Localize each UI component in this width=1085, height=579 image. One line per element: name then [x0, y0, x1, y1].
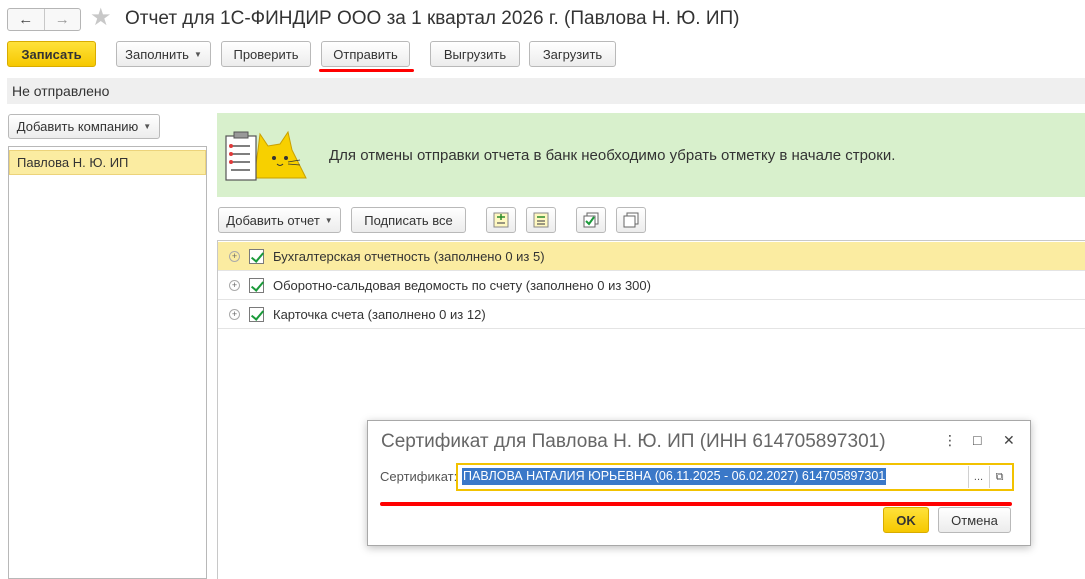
cat-notepad-icon	[225, 130, 307, 181]
dialog-title: Сертификат для Павлова Н. Ю. ИП (ИНН 614…	[381, 431, 886, 452]
add-company-label: Добавить компанию	[16, 119, 139, 134]
report-label: Оборотно-сальдовая ведомость по счету (з…	[273, 277, 651, 293]
maximize-icon[interactable]: □	[973, 432, 981, 448]
chevron-down-icon: ▼	[193, 49, 202, 59]
company-list[interactable]	[8, 146, 207, 579]
more-menu-icon[interactable]: ⋮	[943, 432, 957, 449]
info-message: Для отмены отправки отчета в банк необхо…	[329, 147, 896, 164]
table-row[interactable]: + Бухгалтерская отчетность (заполнено 0 …	[218, 242, 1085, 271]
expand-all-button[interactable]	[486, 207, 516, 233]
annotation-underline	[380, 502, 1012, 506]
list-item[interactable]: Павлова Н. Ю. ИП	[9, 150, 206, 175]
expand-icon[interactable]: +	[229, 279, 240, 291]
report-label: Карточка счета (заполнено 0 из 12)	[273, 306, 486, 322]
collapse-all-button[interactable]	[526, 207, 556, 233]
expand-icon[interactable]: +	[229, 250, 240, 262]
expand-list-icon	[493, 212, 509, 228]
close-icon[interactable]: ✕	[1003, 432, 1015, 449]
cancel-button[interactable]: Отмена	[938, 507, 1011, 533]
uncheck-all-icon	[623, 212, 639, 228]
chevron-down-icon: ▼	[324, 215, 333, 225]
report-label: Бухгалтерская отчетность (заполнено 0 из…	[273, 248, 545, 264]
report-checkbox[interactable]	[249, 306, 264, 322]
send-button[interactable]: Отправить	[321, 41, 410, 67]
check-all-icon	[583, 212, 599, 228]
expand-icon[interactable]: +	[229, 308, 240, 320]
fill-dropdown-button[interactable]: Заполнить ▼	[116, 41, 211, 67]
ok-button[interactable]: OK	[883, 507, 929, 533]
back-arrow-icon[interactable]: ←	[8, 9, 44, 30]
favorite-star-icon[interactable]: ★	[90, 5, 112, 31]
sign-all-button[interactable]: Подписать все	[351, 207, 466, 233]
certificate-value[interactable]: ПАВЛОВА НАТАЛИЯ ЮРЬЕВНА (06.11.2025 - 06…	[462, 468, 887, 485]
add-report-label: Добавить отчет	[226, 212, 320, 228]
import-button[interactable]: Загрузить	[529, 41, 616, 67]
status-text: Не отправлено	[12, 83, 110, 99]
navigation-buttons: ← →	[7, 8, 81, 31]
choose-icon[interactable]: ...	[968, 466, 988, 488]
check-all-button[interactable]	[576, 207, 606, 233]
certificate-field-label: Сертификат:	[380, 469, 458, 484]
chevron-down-icon: ▼	[143, 122, 152, 131]
report-checkbox[interactable]	[249, 277, 264, 293]
forward-arrow-icon[interactable]: →	[43, 9, 81, 30]
report-checkbox[interactable]	[249, 248, 264, 264]
uncheck-all-button[interactable]	[616, 207, 646, 233]
add-report-button[interactable]: Добавить отчет ▼	[218, 207, 341, 233]
table-row[interactable]: + Карточка счета (заполнено 0 из 12)	[218, 300, 1085, 329]
export-button[interactable]: Выгрузить	[430, 41, 520, 67]
collapse-list-icon	[533, 212, 549, 228]
check-button[interactable]: Проверить	[221, 41, 311, 67]
page-title: Отчет для 1С-ФИНДИР ООО за 1 квартал 202…	[125, 8, 740, 29]
status-bar	[7, 78, 1085, 104]
annotation-underline	[319, 69, 414, 72]
save-button[interactable]: Записать	[7, 41, 96, 67]
open-icon[interactable]: ⧉	[989, 466, 1009, 488]
table-row[interactable]: + Оборотно-сальдовая ведомость по счету …	[218, 271, 1085, 300]
fill-button-label: Заполнить	[125, 46, 189, 62]
add-company-button[interactable]: Добавить компанию ▼	[8, 114, 160, 139]
